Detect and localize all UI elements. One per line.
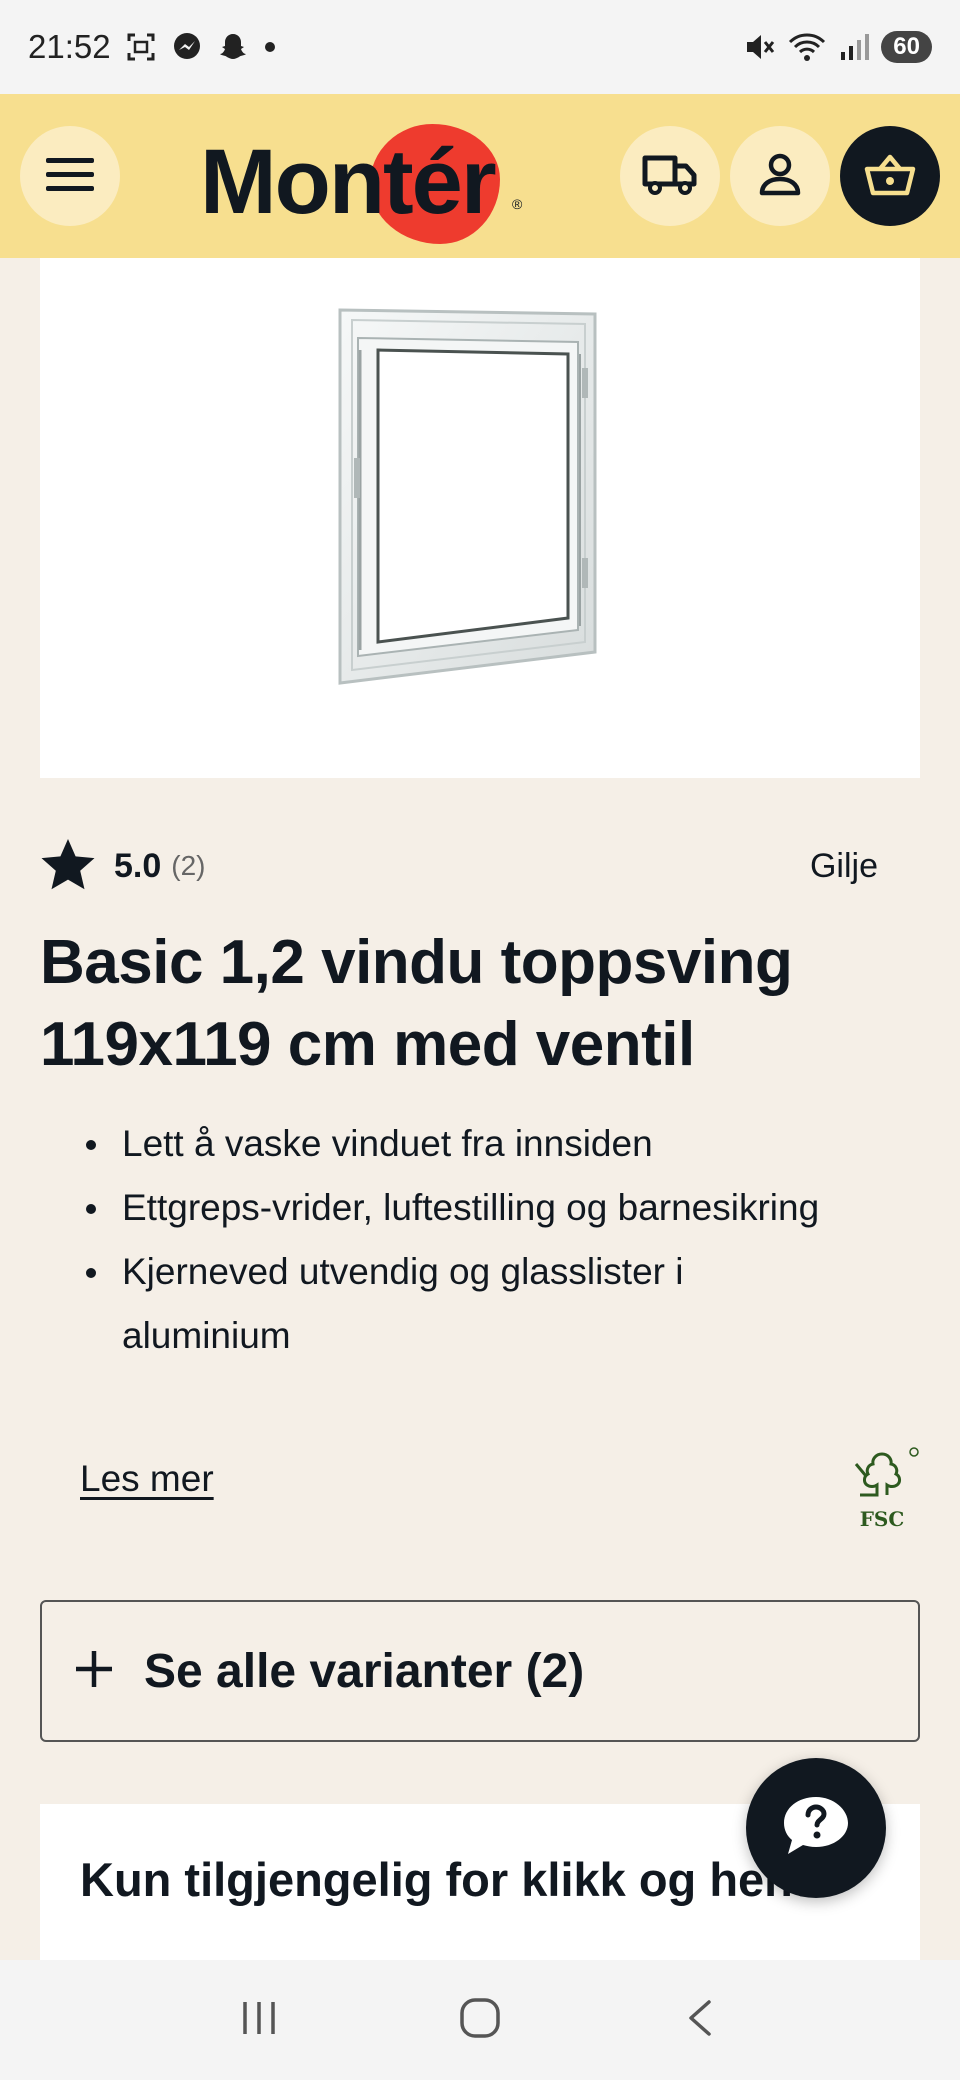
logo-registered-mark: ®: [512, 196, 523, 212]
snapchat-icon: [217, 31, 249, 63]
menu-icon: [44, 154, 96, 199]
feature-item: Ettgreps-vrider, luftestilling og barnes…: [86, 1176, 846, 1240]
feature-item: Lett å vaske vinduet fra innsiden: [86, 1112, 846, 1176]
wifi-icon: [787, 30, 827, 64]
fsc-label: FSC: [860, 1507, 905, 1531]
logo-text: Montér: [200, 131, 497, 233]
review-count[interactable]: (2): [171, 850, 205, 882]
help-chat-button[interactable]: [746, 1758, 886, 1898]
screenshot-icon: [125, 31, 157, 63]
truck-icon: [641, 152, 699, 201]
product-image[interactable]: [40, 258, 920, 778]
delivery-button[interactable]: [620, 126, 720, 226]
system-nav-bar: [0, 1960, 960, 2080]
user-icon: [757, 151, 803, 202]
read-more-link[interactable]: Les mer: [80, 1458, 214, 1500]
plus-icon: [72, 1647, 116, 1696]
variants-label: Se alle varianter (2): [144, 1644, 585, 1698]
home-icon[interactable]: [456, 1994, 504, 2047]
account-button[interactable]: [730, 126, 830, 226]
feature-item: Kjerneved utvendig og glasslister i alum…: [86, 1240, 846, 1368]
fsc-logo: FSC: [842, 1444, 922, 1534]
menu-button[interactable]: [20, 126, 120, 226]
battery-indicator: 60: [881, 31, 932, 63]
basket-icon: [863, 151, 917, 202]
messenger-icon: [171, 31, 203, 63]
status-bar: 21:52 60: [0, 0, 960, 94]
feature-list: Lett å vaske vinduet fra innsiden Ettgre…: [86, 1112, 846, 1368]
see-all-variants-button[interactable]: Se alle varianter (2): [40, 1600, 920, 1742]
back-icon[interactable]: [679, 1996, 723, 2045]
star-icon: [40, 837, 96, 896]
monter-logo[interactable]: Montér ®: [200, 114, 530, 244]
window-illustration: [338, 308, 597, 685]
site-header: Montér ®: [0, 94, 960, 258]
dot-icon: [263, 40, 277, 54]
recent-apps-icon[interactable]: [237, 1996, 281, 2045]
question-chat-icon: [780, 1793, 852, 1864]
mute-icon: [743, 30, 777, 64]
signal-icon: [837, 30, 871, 64]
product-title: Basic 1,2 vindu toppsving 119x119 cm med…: [40, 928, 793, 1079]
store-name[interactable]: Gilje: [810, 847, 878, 886]
rating-row: 5.0 (2) Gilje: [40, 834, 920, 898]
availability-text: Kun tilgjengelig for klikk og hent: [80, 1853, 809, 1906]
status-time: 21:52: [28, 28, 111, 65]
rating-value: 5.0: [114, 846, 162, 885]
basket-button[interactable]: [840, 126, 940, 226]
